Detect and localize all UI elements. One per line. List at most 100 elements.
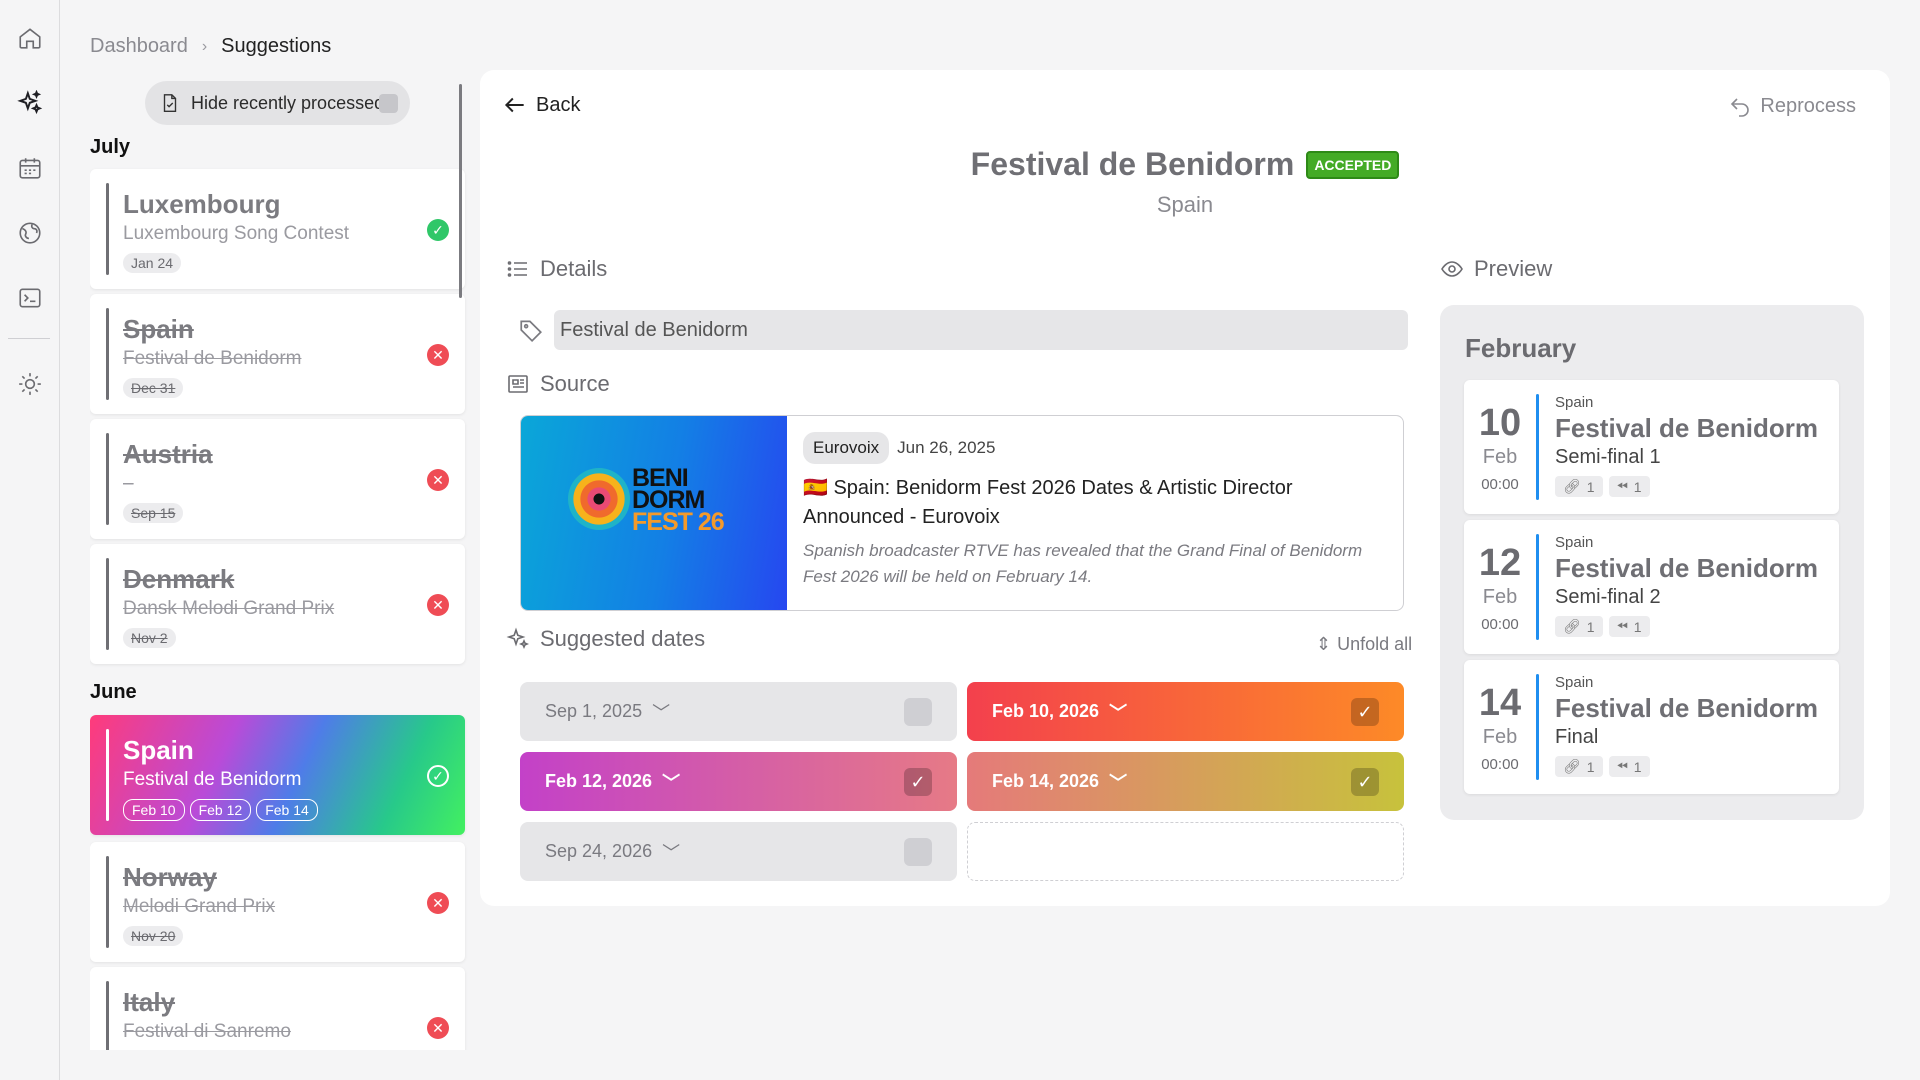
card-country: Norway bbox=[123, 862, 217, 892]
undo-icon bbox=[1731, 98, 1750, 117]
hide-toggle-label: Hide recently processed bbox=[191, 92, 385, 113]
calendar-icon[interactable] bbox=[16, 154, 44, 182]
suggested-dates-label: Suggested dates bbox=[540, 626, 706, 651]
link-icon: 🔗︎ bbox=[1563, 758, 1581, 774]
sun-icon[interactable] bbox=[16, 370, 44, 398]
source-label: Source bbox=[540, 371, 610, 396]
add-date-placeholder[interactable] bbox=[967, 822, 1404, 881]
event-time: 00:00 bbox=[1481, 756, 1519, 773]
preview-month: February bbox=[1465, 333, 1577, 363]
unfold-all-button[interactable]: ⇕ Unfold all bbox=[1316, 634, 1412, 655]
card-country: Spain bbox=[123, 314, 194, 344]
card-date-chip: Sep 15 bbox=[123, 503, 184, 523]
date-suggestion-pill[interactable]: Feb 12, 2026 ﹀ ✓ bbox=[520, 752, 957, 811]
rewind-icon: ⏪︎ bbox=[1616, 758, 1628, 774]
event-month: Feb bbox=[1482, 446, 1518, 468]
card-country: Spain bbox=[123, 735, 194, 765]
rejected-x-icon: ✕ bbox=[427, 344, 449, 366]
home-icon[interactable] bbox=[16, 24, 44, 52]
event-name-field[interactable]: Festival de Benidorm bbox=[554, 310, 1408, 350]
date-label: Feb 10, 2026 bbox=[992, 701, 1100, 721]
source-thumbnail: BENI DORM FEST 26 bbox=[521, 416, 787, 610]
preview-event-card[interactable]: 10 Feb 00:00 Spain Festival de Benidorm … bbox=[1464, 380, 1839, 514]
sparkles-icon[interactable] bbox=[16, 89, 44, 117]
page-title: Festival de Benidorm bbox=[970, 146, 1295, 182]
eye-icon bbox=[1441, 261, 1463, 277]
rewind-icon: ⏪︎ bbox=[1616, 618, 1628, 634]
details-label: Details bbox=[540, 256, 608, 281]
rail-divider bbox=[8, 338, 50, 339]
date-label: Feb 14, 2026 bbox=[992, 771, 1100, 791]
date-label: Sep 1, 2025 bbox=[545, 701, 643, 721]
source-article-card[interactable]: BENI DORM FEST 26 Eurovoix Jun 26, 2025 … bbox=[520, 415, 1404, 611]
event-country: Spain bbox=[1555, 394, 1594, 411]
event-day: 14 bbox=[1478, 682, 1522, 724]
event-accent-bar bbox=[1536, 394, 1539, 500]
suggestion-card-selected[interactable]: Spain Festival de Benidorm Feb 10 Feb 12… bbox=[90, 715, 465, 835]
chevron-down-icon: ﹀ bbox=[1109, 772, 1128, 793]
link-icon: 🔗︎ bbox=[1563, 618, 1581, 634]
date-checkbox[interactable]: ✓ bbox=[1351, 698, 1379, 726]
suggestion-card[interactable]: Norway Melodi Grand Prix Nov 20 ✕ bbox=[90, 842, 465, 962]
preview-event-card[interactable]: 12 Feb 00:00 Spain Festival de Benidorm … bbox=[1464, 520, 1839, 654]
card-accent-bar bbox=[106, 308, 109, 400]
date-checkbox[interactable] bbox=[904, 838, 932, 866]
card-accent-bar bbox=[106, 183, 109, 275]
preview-event-card[interactable]: 14 Feb 00:00 Spain Festival de Benidorm … bbox=[1464, 660, 1839, 794]
suggestion-card[interactable]: Luxembourg Luxembourg Song Contest Jan 2… bbox=[90, 169, 465, 289]
date-suggestion-pill[interactable]: Sep 1, 2025 ﹀ bbox=[520, 682, 957, 741]
event-day: 12 bbox=[1478, 542, 1522, 584]
event-country: Spain bbox=[1555, 534, 1594, 551]
card-country: Italy bbox=[123, 987, 176, 1017]
date-suggestion-pill[interactable]: Feb 14, 2026 ﹀ ✓ bbox=[967, 752, 1404, 811]
chevron-down-icon: ﹀ bbox=[662, 772, 681, 793]
suggestion-card[interactable]: Italy Festival di Sanremo ✕ bbox=[90, 967, 465, 1050]
event-day: 10 bbox=[1478, 402, 1522, 444]
sources-count-chip: ⏪︎ 1 bbox=[1608, 616, 1650, 637]
event-accent-bar bbox=[1536, 534, 1539, 640]
breadcrumb-dashboard-link[interactable]: Dashboard bbox=[90, 35, 188, 58]
back-button[interactable]: Back bbox=[502, 92, 580, 118]
source-outlet-chip: Eurovoix bbox=[803, 432, 890, 464]
suggestion-card[interactable]: Austria – Sep 15 ✕ bbox=[90, 419, 465, 539]
suggestion-card[interactable]: Spain Festival de Benidorm Dec 31 ✕ bbox=[90, 294, 465, 414]
card-event: Melodi Grand Prix bbox=[123, 896, 276, 917]
accepted-check-icon: ✓ bbox=[427, 765, 449, 787]
suggestion-card[interactable]: Denmark Dansk Melodi Grand Prix Nov 2 ✕ bbox=[90, 544, 465, 664]
card-event: – bbox=[123, 473, 134, 494]
card-event: Festival de Benidorm bbox=[123, 348, 302, 369]
terminal-icon[interactable] bbox=[16, 284, 44, 312]
card-country: Austria bbox=[123, 439, 213, 469]
event-stage: Semi-final 2 bbox=[1555, 586, 1661, 608]
spain-flag-icon: 🇪🇸 bbox=[803, 477, 828, 499]
date-checkbox[interactable] bbox=[904, 698, 932, 726]
date-checkbox[interactable]: ✓ bbox=[904, 768, 932, 796]
suggested-dates-heading: Suggested dates bbox=[506, 626, 705, 652]
list-icon bbox=[507, 261, 527, 277]
reprocess-button[interactable]: Reprocess bbox=[1728, 94, 1856, 118]
source-headline[interactable]: 🇪🇸 Spain: Benidorm Fest 2026 Dates & Art… bbox=[803, 474, 1387, 532]
date-suggestion-pill[interactable]: Feb 10, 2026 ﹀ ✓ bbox=[967, 682, 1404, 741]
page-subtitle-country: Spain bbox=[1156, 192, 1214, 217]
card-date-chip: Nov 2 bbox=[123, 628, 176, 648]
card-date-chip: Feb 12 bbox=[189, 799, 252, 821]
status-badge: ACCEPTED bbox=[1306, 150, 1400, 179]
preview-label: Preview bbox=[1474, 256, 1553, 281]
date-checkbox[interactable]: ✓ bbox=[1351, 768, 1379, 796]
sparkles-icon bbox=[506, 627, 530, 650]
links-count-chip: 🔗︎ 1 bbox=[1555, 756, 1603, 777]
date-suggestion-pill[interactable]: Sep 24, 2026 ﹀ bbox=[520, 822, 957, 881]
hide-recently-processed-toggle[interactable]: Hide recently processed bbox=[145, 81, 410, 125]
list-scrollbar[interactable] bbox=[459, 84, 462, 298]
event-accent-bar bbox=[1536, 674, 1539, 780]
month-heading-july: July bbox=[90, 136, 131, 158]
event-title: Festival de Benidorm bbox=[1555, 413, 1818, 443]
hide-toggle-checkbox[interactable] bbox=[379, 94, 398, 113]
document-check-icon bbox=[163, 94, 177, 112]
rejected-x-icon: ✕ bbox=[427, 1017, 449, 1039]
card-date-chip: Feb 10 bbox=[123, 799, 185, 821]
globe-icon[interactable] bbox=[16, 219, 44, 247]
back-label: Back bbox=[536, 93, 581, 116]
chevrons-updown-icon: ⇕ bbox=[1316, 634, 1332, 654]
card-event: Dansk Melodi Grand Prix bbox=[123, 598, 335, 619]
